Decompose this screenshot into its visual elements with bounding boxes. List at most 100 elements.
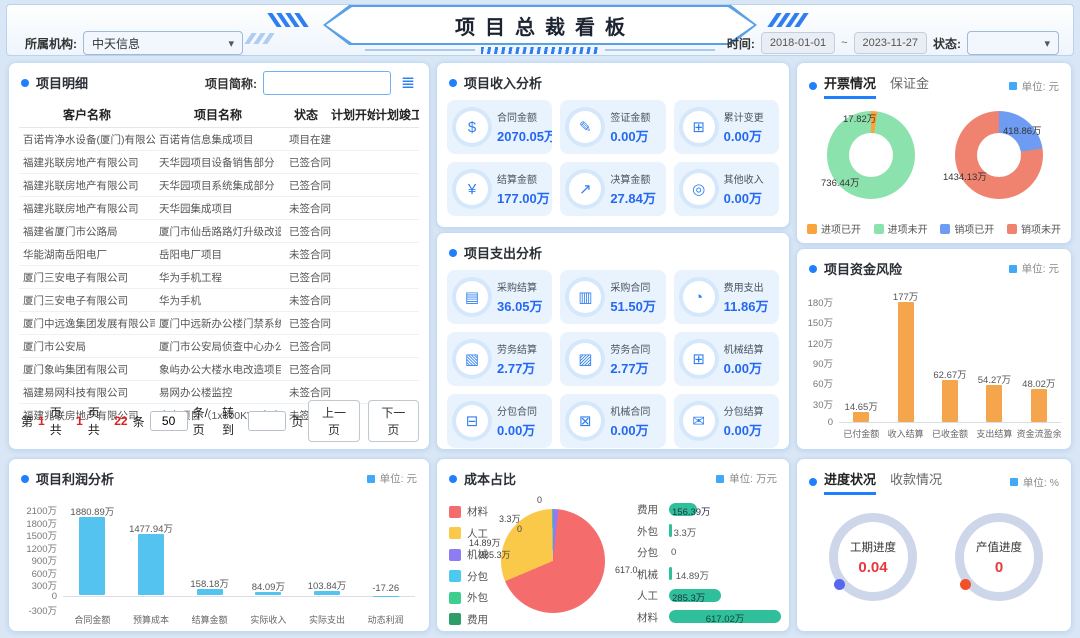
bar-value-label: 177万 bbox=[871, 289, 941, 303]
subcontract-contract-icon: ⊟ bbox=[456, 405, 488, 437]
progress-gauges: 工期进度 0.04 产值进度 0 bbox=[797, 501, 1071, 621]
table-row[interactable]: 福建兆联房地产有限公司天华园项目系统集成部分已签合同 bbox=[19, 174, 419, 197]
table-row[interactable]: 厦门中远逸集团发展有限公司厦门中远新办公楼门禁系统已签合同 bbox=[19, 312, 419, 335]
tab-deposit[interactable]: 保证金 bbox=[890, 73, 929, 96]
table-row[interactable]: 厦门市公安局厦门市公安局侦查中心办公设...已签合同 bbox=[19, 335, 419, 358]
unit-square-icon bbox=[716, 475, 724, 483]
date-end-input[interactable]: 2023-11-27 bbox=[854, 32, 927, 54]
cost-legend: 材料人工机械分包外包费用 bbox=[449, 501, 488, 630]
stat-card-label: 合同金额 bbox=[497, 109, 552, 124]
table-cell: 厦门中远逸集团发展有限公司 bbox=[19, 316, 155, 331]
schedule-progress-gauge: 工期进度 0.04 bbox=[829, 513, 917, 601]
bar bbox=[986, 385, 1002, 422]
table-row[interactable]: 福建兆联房地产有限公司天华园集成项目未签合同 bbox=[19, 197, 419, 220]
panel-dot-icon bbox=[809, 82, 817, 90]
bar bbox=[942, 380, 958, 422]
cost-bar bbox=[669, 567, 672, 580]
table-cell: 厦门市公安局侦查中心办公设... bbox=[155, 339, 281, 354]
unit-square-icon bbox=[1010, 478, 1018, 486]
axis-tick: 0 bbox=[19, 591, 57, 602]
table-row[interactable]: 福建省厦门市公路局厦门市仙岳路路灯升级改造项目已签合同 bbox=[19, 220, 419, 243]
table-column-header: 状态 bbox=[281, 106, 331, 123]
legend-item: 费用 bbox=[449, 609, 488, 631]
table-cell: 华为手机工程 bbox=[155, 270, 281, 285]
fund-risk-unit: 单位: 元 bbox=[1022, 261, 1059, 276]
table-row[interactable]: 百诺肯净水设备(厦门)有限公司百诺肯信息集成项目项目在建 bbox=[19, 128, 419, 151]
table-cell: 华为手机 bbox=[155, 293, 281, 308]
subcontract-settlement-icon: ✉ bbox=[683, 405, 715, 437]
status-select[interactable]: ▾ bbox=[967, 31, 1059, 55]
stat-card-value: 2.77万 bbox=[610, 358, 650, 377]
cost-bar-value: 14.89万 bbox=[676, 568, 709, 582]
stat-card: ✉分包结算0.00万 bbox=[674, 394, 779, 448]
prev-page-button[interactable]: 上一页 bbox=[308, 400, 359, 442]
bar bbox=[138, 534, 164, 596]
income-cards: $合同金额2070.05万✎签证金额0.00万⊞累计变更0.00万¥结算金额17… bbox=[437, 98, 789, 226]
pagination-text: 页共 bbox=[50, 404, 71, 438]
tab-collection-status[interactable]: 收款情况 bbox=[890, 469, 942, 492]
stat-card: ¥结算金额177.00万 bbox=[447, 162, 552, 216]
expense-analysis-panel: 项目支出分析 ▤采购结算36.05万▥采购合同51.50万◔费用支出11.86万… bbox=[436, 232, 790, 450]
bar bbox=[79, 517, 105, 595]
stat-card: ▨劳务合同2.77万 bbox=[560, 332, 665, 386]
org-select[interactable]: 中天信息 ▾ bbox=[83, 31, 243, 55]
table-row[interactable]: 华能湖南岳阳电厂岳阳电厂项目未签合同 bbox=[19, 243, 419, 266]
axis-tick: 180万 bbox=[805, 295, 833, 309]
stat-card-label: 采购结算 bbox=[497, 279, 543, 294]
table-cell: 福建易网科技有限公司 bbox=[19, 385, 155, 400]
gauge-dot-icon bbox=[834, 579, 845, 590]
profit-bar-chart: 2100万1800万1500万1200万900万600万300万0-300万18… bbox=[19, 494, 419, 632]
table-row[interactable]: 厦门三安电子有限公司华为手机工程已签合同 bbox=[19, 266, 419, 289]
page-size-input[interactable] bbox=[150, 411, 188, 431]
invoice-donuts: 17.82万 736.44万 418.86万 1434.13万 bbox=[797, 105, 1071, 213]
legend-color-icon bbox=[449, 592, 461, 604]
bar-category-label: 实际支出 bbox=[298, 613, 357, 626]
progress-panel: 进度状况 收款情况 单位: % 工期进度 0.04 产值进度 0 bbox=[796, 458, 1072, 632]
cost-bar-name: 材料 bbox=[637, 610, 669, 625]
table-row[interactable]: 福建兆联房地产有限公司天华园项目设备销售部分已签合同 bbox=[19, 151, 419, 174]
date-start-input[interactable]: 2018-01-01 bbox=[761, 32, 835, 54]
legend-label: 进项未开 bbox=[888, 221, 928, 236]
table-cell: 厦门市仙岳路路灯升级改造项目 bbox=[155, 224, 281, 239]
table-column-header: 项目名称 bbox=[155, 106, 281, 123]
stat-card-value: 0.00万 bbox=[724, 188, 764, 207]
axis-tick: 120万 bbox=[805, 336, 833, 350]
machinery-settlement-icon: ⊞ bbox=[683, 343, 715, 375]
stat-card-label: 费用支出 bbox=[724, 279, 769, 294]
project-table: 客户名称项目名称状态计划开始计划竣工 百诺肯净水设备(厦门)有限公司百诺肯信息集… bbox=[19, 102, 419, 422]
table-cell: 福建兆联房地产有限公司 bbox=[19, 155, 155, 170]
next-page-button[interactable]: 下一页 bbox=[368, 400, 419, 442]
legend-label: 进项已开 bbox=[821, 221, 861, 236]
income-analysis-panel: 项目收入分析 $合同金额2070.05万✎签证金额0.00万⊞累计变更0.00万… bbox=[436, 62, 790, 228]
current-page: 1 bbox=[38, 414, 45, 428]
goto-page-input[interactable] bbox=[248, 411, 286, 431]
bar bbox=[898, 302, 914, 422]
contract-amount-icon: $ bbox=[456, 111, 488, 143]
list-icon[interactable]: ≣ bbox=[397, 72, 419, 94]
cost-bar-row: 费用156.39万 bbox=[637, 499, 785, 521]
gauge-value: 0.04 bbox=[858, 559, 887, 576]
total-pages: 1 bbox=[76, 414, 83, 428]
tab-invoice-status[interactable]: 开票情况 bbox=[824, 73, 876, 99]
table-row[interactable]: 厦门三安电子有限公司华为手机未签合同 bbox=[19, 289, 419, 312]
table-cell: 厦门三安电子有限公司 bbox=[19, 293, 155, 308]
stat-card: ⊞机械结算0.00万 bbox=[674, 332, 779, 386]
stat-card-label: 累计变更 bbox=[724, 109, 764, 124]
invoice-panel: 开票情况 保证金 单位: 元 17.82万 736.44万 418.86万 14… bbox=[796, 62, 1072, 244]
stat-card-value: 0.00万 bbox=[724, 126, 764, 145]
cost-bar-row: 外包3.3万 bbox=[637, 521, 785, 543]
tab-progress-status[interactable]: 进度状况 bbox=[824, 469, 876, 495]
search-input[interactable] bbox=[263, 71, 391, 95]
cost-bar-row: 分包0 bbox=[637, 542, 785, 564]
output-progress-gauge: 产值进度 0 bbox=[955, 513, 1043, 601]
bar-category-label: 合同金额 bbox=[63, 613, 122, 626]
profit-analysis-panel: 项目利润分析 单位: 元 2100万1800万1500万1200万900万600… bbox=[8, 458, 430, 632]
bar bbox=[853, 412, 869, 422]
table-row[interactable]: 厦门象屿集团有限公司象屿办公大楼水电改造项目已签合同 bbox=[19, 358, 419, 381]
table-cell: 华能湖南岳阳电厂 bbox=[19, 247, 155, 262]
table-cell: 百诺肯信息集成项目 bbox=[155, 132, 281, 147]
cumulative-change-icon: ⊞ bbox=[683, 111, 715, 143]
project-table-body: 百诺肯净水设备(厦门)有限公司百诺肯信息集成项目项目在建福建兆联房地产有限公司天… bbox=[19, 128, 419, 422]
cost-bar-row: 机械14.89万 bbox=[637, 564, 785, 586]
top-header: 所属机构: 中天信息 ▾ 项目总裁看板 时间: 2018-01-01 ~ 202… bbox=[6, 4, 1074, 56]
